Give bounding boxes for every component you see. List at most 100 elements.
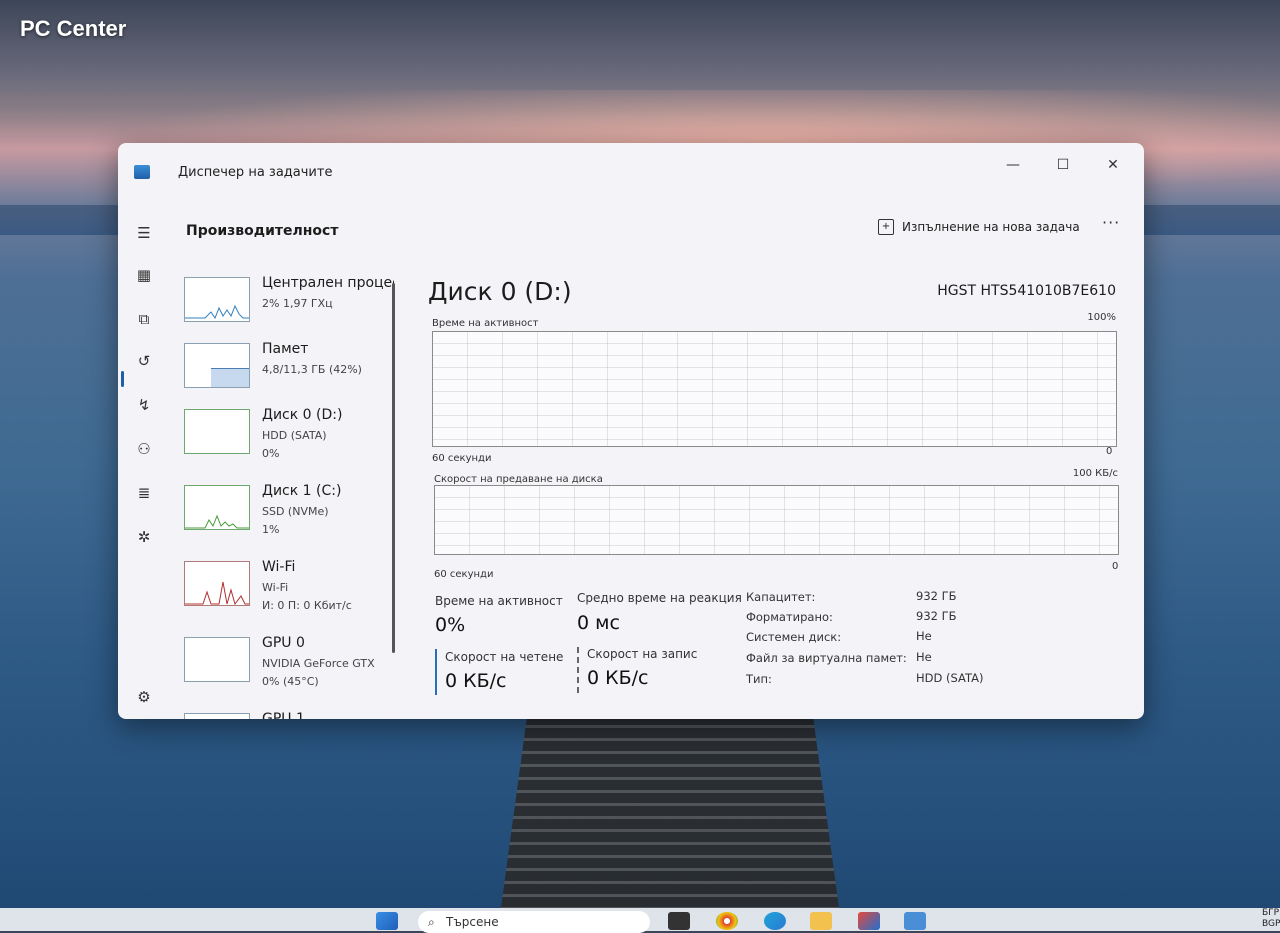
device-item-disk1[interactable]: Диск 1 (C:) SSD (NVMe) 1% xyxy=(184,483,396,555)
minimize-button[interactable]: — xyxy=(998,153,1028,177)
language-indicator[interactable]: БГР BGPT xyxy=(1262,908,1280,930)
disk1-thumbnail-graph xyxy=(184,485,250,530)
prop-val-type: HDD (SATA) xyxy=(916,671,984,685)
write-speed-label: Скорост на запис xyxy=(587,647,698,661)
active-time-label: Време на активност xyxy=(435,594,563,608)
chrome-icon[interactable] xyxy=(716,912,738,930)
device-item-memory[interactable]: Памет 4,8/11,3 ГБ (42%) xyxy=(184,341,396,413)
title-bar[interactable]: Диспечер на задачите — ☐ ✕ xyxy=(118,143,1144,199)
transfer-graph-max: 100 КБ/с xyxy=(1072,468,1118,479)
device-name: GPU 0 xyxy=(262,635,305,651)
active-indicator xyxy=(121,371,124,387)
startup-icon[interactable]: ↯ xyxy=(130,391,158,419)
device-value: 0% xyxy=(262,447,280,460)
prop-val-formatted: 932 ГБ xyxy=(916,609,957,623)
settings-icon[interactable]: ⚙ xyxy=(130,683,158,711)
device-name: Памет xyxy=(262,341,309,357)
read-speed-label: Скорост на четене xyxy=(445,650,564,664)
write-speed-indicator xyxy=(577,647,579,693)
device-item-disk0[interactable]: Диск 0 (D:) HDD (SATA) 0% xyxy=(184,407,396,479)
prop-key-formatted: Форматирано: xyxy=(746,610,833,624)
device-name: Wi-Fi xyxy=(262,559,296,575)
users-icon[interactable]: ⚇ xyxy=(130,435,158,463)
run-new-task-button[interactable]: + Изпълнение на нова задача xyxy=(878,215,1080,239)
wallpaper-pier xyxy=(500,715,840,915)
search-icon: ⌕ xyxy=(428,915,435,929)
taskbar: ⌕ Търсене БГР BGPT xyxy=(0,908,1280,933)
file-explorer-icon[interactable] xyxy=(810,912,832,930)
task-manager-app-icon xyxy=(134,165,150,179)
transfer-graph-min: 0 xyxy=(1112,561,1119,572)
wifi-thumbnail-graph xyxy=(184,561,250,606)
device-list-scrollbar[interactable] xyxy=(392,283,395,653)
app-history-icon[interactable]: ↺ xyxy=(130,347,158,375)
device-value: 1% xyxy=(262,523,280,536)
disk0-thumbnail-graph xyxy=(184,409,250,454)
cpu-thumbnail-graph xyxy=(184,277,250,322)
activity-graph-time: 60 секунди xyxy=(432,453,492,464)
prop-val-system-disk: Не xyxy=(916,629,932,643)
prop-val-capacity: 932 ГБ xyxy=(916,589,957,603)
processes-icon[interactable]: ▦ xyxy=(130,261,158,289)
write-speed-value: 0 КБ/с xyxy=(587,667,649,689)
watermark: PC Center xyxy=(20,16,127,41)
device-sub: Wi-Fi xyxy=(262,581,289,594)
device-value: 0% (45°C) xyxy=(262,675,319,688)
transfer-graph-label: Скорост на предаване на диска xyxy=(434,474,603,485)
device-sub: 4,8/11,3 ГБ (42%) xyxy=(262,363,362,376)
performance-icon[interactable]: ⧉ xyxy=(130,305,158,333)
device-list: Централен процесор 2% 1,97 ГХц Памет 4,8… xyxy=(184,273,396,719)
menu-icon[interactable]: ☰ xyxy=(130,219,158,247)
transfer-graph xyxy=(434,485,1119,555)
device-name: Диск 0 (D:) xyxy=(262,407,343,423)
device-item-gpu0[interactable]: GPU 0 NVIDIA GeForce GTX 0% (45°C) xyxy=(184,635,396,707)
device-item-cpu[interactable]: Централен процесор 2% 1,97 ГХц xyxy=(184,275,396,347)
read-speed-value: 0 КБ/с xyxy=(445,670,507,692)
disk-model: HGST HTS541010B7E610 xyxy=(937,283,1116,299)
device-name: GPU 1 xyxy=(262,711,305,719)
device-sub: SSD (NVMe) xyxy=(262,505,329,518)
device-sub: 2% 1,97 ГХц xyxy=(262,297,333,310)
new-task-icon: + xyxy=(878,219,894,235)
task-view-icon[interactable] xyxy=(668,912,690,930)
run-new-task-label: Изпълнение на нова задача xyxy=(902,220,1080,234)
memory-thumbnail-graph xyxy=(184,343,250,388)
prop-key-system-disk: Системен диск: xyxy=(746,630,842,644)
task-manager-window: Диспечер на задачите — ☐ ✕ ☰ ▦ ⧉ ↺ ↯ ⚇ ≣… xyxy=(118,143,1144,719)
task-manager-taskbar-icon[interactable] xyxy=(904,912,926,930)
detail-title: Диск 0 (D:) xyxy=(428,277,572,306)
device-sub: NVIDIA GeForce GTX xyxy=(262,657,375,670)
window-title: Диспечер на задачите xyxy=(178,165,333,180)
start-icon[interactable] xyxy=(376,912,398,930)
edge-icon[interactable] xyxy=(764,912,786,930)
store-icon[interactable] xyxy=(858,912,880,930)
close-button[interactable]: ✕ xyxy=(1098,153,1128,177)
device-name: Централен процесор xyxy=(262,275,394,291)
device-item-gpu1[interactable]: GPU 1 xyxy=(184,711,396,719)
taskbar-search[interactable]: ⌕ Търсене xyxy=(418,911,650,933)
activity-graph-label: Време на активност xyxy=(432,318,539,329)
prop-key-page-file: Файл за виртуална памет: xyxy=(746,651,907,665)
read-speed-indicator xyxy=(435,649,437,695)
nav-rail: ☰ ▦ ⧉ ↺ ↯ ⚇ ≣ ✲ ⚙ xyxy=(118,203,170,713)
prop-val-page-file: Не xyxy=(916,650,932,664)
tray-line1: БГР xyxy=(1262,908,1280,918)
device-value: И: 0 П: 0 Кбит/с xyxy=(262,599,352,612)
response-time-label: Средно време на реакция xyxy=(577,591,742,605)
search-placeholder: Търсене xyxy=(446,915,499,929)
maximize-button[interactable]: ☐ xyxy=(1048,153,1078,177)
details-icon[interactable]: ≣ xyxy=(130,479,158,507)
prop-key-capacity: Капацитет: xyxy=(746,590,816,604)
tray-line2: BGPT xyxy=(1262,919,1280,929)
more-options-button[interactable]: ··· xyxy=(1102,213,1120,232)
services-icon[interactable]: ✲ xyxy=(130,523,158,551)
activity-graph-min: 0 xyxy=(1106,446,1113,457)
page-title: Производителност xyxy=(186,223,339,239)
activity-graph xyxy=(432,331,1117,447)
active-time-value: 0% xyxy=(435,614,466,636)
gpu1-thumbnail-graph xyxy=(184,713,250,719)
prop-key-type: Тип: xyxy=(746,672,772,686)
response-time-value: 0 мс xyxy=(577,612,620,634)
device-item-wifi[interactable]: Wi-Fi Wi-Fi И: 0 П: 0 Кбит/с xyxy=(184,559,396,631)
activity-graph-max: 100% xyxy=(1087,312,1116,323)
